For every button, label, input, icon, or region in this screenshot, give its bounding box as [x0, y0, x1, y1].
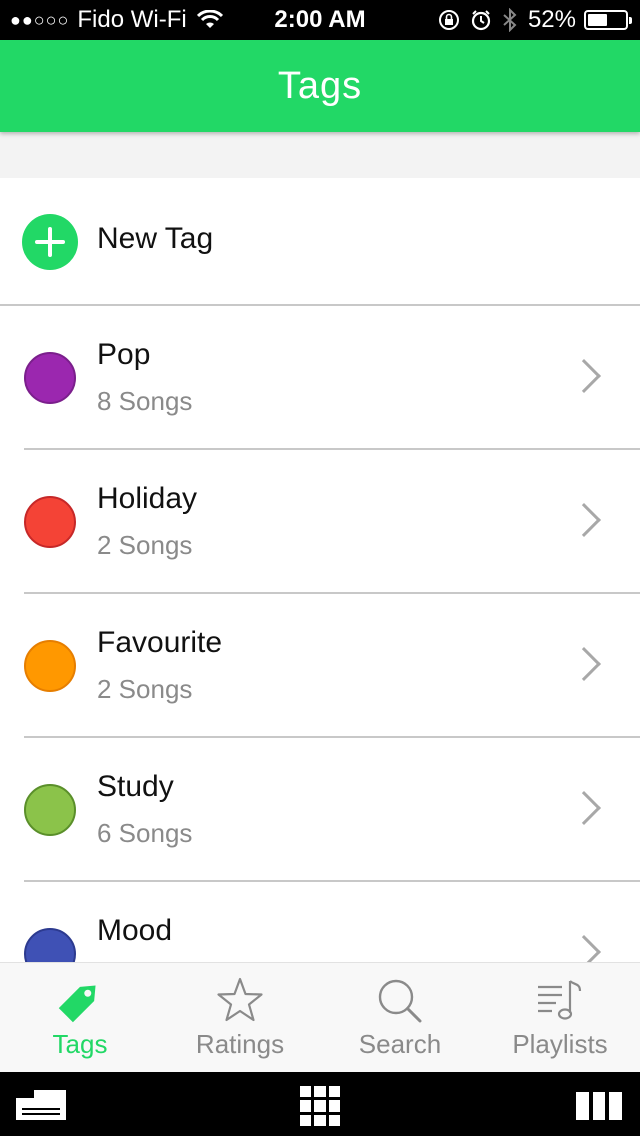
tab-label: Ratings	[195, 1029, 285, 1059]
rotation-lock-icon	[438, 9, 460, 31]
tag-color-dot	[24, 496, 76, 548]
tab-bar: Tags Ratings Search Playlists	[0, 962, 640, 1072]
plus-circle-icon	[22, 214, 78, 270]
tag-song-count: 2 Songs	[97, 530, 193, 560]
tag-row-mood[interactable]: Mood	[0, 882, 640, 962]
page-title: Tags	[277, 65, 363, 107]
new-tag-button[interactable]: New Tag	[0, 178, 640, 306]
tag-song-count: 8 Songs	[97, 386, 193, 416]
search-icon	[378, 979, 422, 1023]
screen: ●●○○○ Fido Wi-Fi 2:00 AM 52% Tags New Ta…	[0, 0, 640, 1136]
nav-bar: Tags	[0, 40, 640, 132]
star-icon	[217, 977, 263, 1022]
tab-label: Search	[358, 1029, 442, 1059]
column-bar	[592, 1092, 606, 1120]
alarm-icon	[470, 9, 492, 31]
keyboard-icon[interactable]	[16, 1090, 66, 1120]
tag-name: Favourite	[97, 626, 223, 659]
tag-song-count: 6 Songs	[97, 818, 193, 848]
tag-name: Pop	[97, 338, 151, 371]
tag-row-favourite[interactable]: Favourite 2 Songs	[0, 594, 640, 738]
grid-cell	[328, 1114, 340, 1126]
tag-icon	[58, 985, 96, 1023]
chevron-right-icon	[567, 935, 601, 962]
tag-color-dot	[24, 352, 76, 404]
tag-row-holiday[interactable]: Holiday 2 Songs	[0, 450, 640, 594]
status-bar: ●●○○○ Fido Wi-Fi 2:00 AM 52%	[0, 0, 640, 40]
chevron-right-icon	[567, 503, 601, 537]
bluetooth-icon	[502, 8, 518, 32]
tag-name: Holiday	[97, 482, 198, 515]
tag-row-pop[interactable]: Pop 8 Songs	[0, 306, 640, 450]
tag-name: Mood	[97, 914, 173, 947]
status-right: 52%	[438, 0, 632, 40]
battery-level	[588, 14, 607, 26]
header-spacer	[0, 132, 640, 178]
tag-list: New Tag Pop 8 Songs Holiday 2 Songs Favo…	[0, 178, 640, 962]
chevron-right-icon	[567, 359, 601, 393]
tag-row-study[interactable]: Study 6 Songs	[0, 738, 640, 882]
battery-percent: 52%	[527, 6, 576, 33]
grid-cell	[300, 1086, 312, 1098]
tab-label: Playlists	[512, 1029, 608, 1059]
new-tag-label: New Tag	[97, 222, 214, 255]
tab-playlists[interactable]: Playlists	[480, 963, 640, 1072]
tag-color-dot	[24, 640, 76, 692]
columns-icon[interactable]	[576, 1092, 623, 1120]
column-bar	[576, 1092, 589, 1120]
grid-cell	[314, 1100, 326, 1112]
battery-icon	[584, 10, 632, 30]
grid-icon[interactable]	[300, 1086, 340, 1126]
grid-cell	[314, 1086, 326, 1098]
tag-song-count: 2 Songs	[97, 674, 193, 704]
tag-name: Study	[97, 770, 174, 803]
chevron-right-icon	[567, 791, 601, 825]
tab-label: Tags	[52, 1029, 108, 1059]
grid-cell	[328, 1086, 340, 1098]
chevron-right-icon	[567, 647, 601, 681]
system-toolbar	[0, 1072, 640, 1136]
grid-cell	[328, 1100, 340, 1112]
tab-ratings[interactable]: Ratings	[160, 963, 320, 1072]
tag-color-dot	[24, 784, 76, 836]
column-bar	[609, 1092, 623, 1120]
playlist-icon	[538, 980, 582, 1020]
tab-search[interactable]: Search	[320, 963, 480, 1072]
grid-cell	[300, 1114, 312, 1126]
tag-color-dot	[24, 928, 76, 962]
grid-cell	[300, 1100, 312, 1112]
tab-tags[interactable]: Tags	[0, 963, 160, 1072]
grid-cell	[314, 1114, 326, 1126]
